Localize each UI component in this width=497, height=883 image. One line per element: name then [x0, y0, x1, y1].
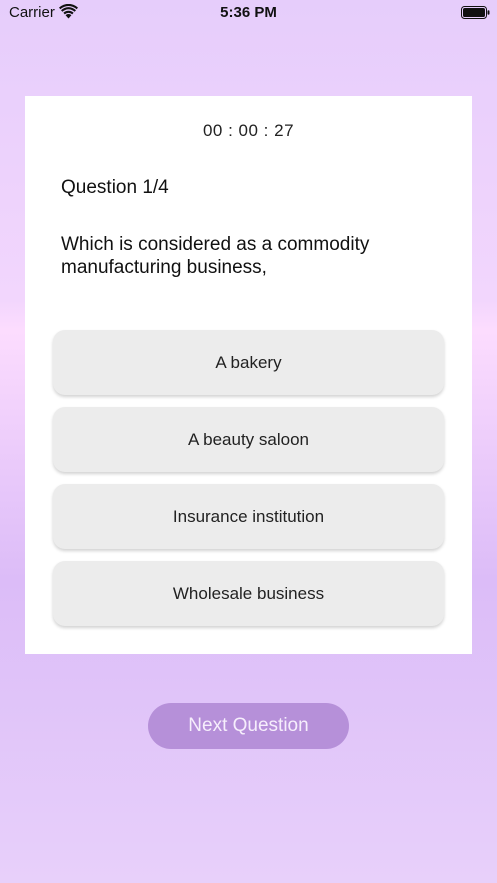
question-text: Which is considered as a commodity manuf…: [61, 234, 370, 278]
answer-option-4[interactable]: Wholesale business: [53, 561, 444, 626]
answer-option-3[interactable]: Insurance institution: [53, 484, 444, 549]
battery-icon: [461, 6, 490, 19]
answer-option-1[interactable]: A bakery: [53, 330, 444, 395]
status-bar: Carrier 5:36 PM: [0, 0, 497, 26]
clock: 5:36 PM: [220, 4, 277, 21]
countdown-timer: 00 : 00 : 27: [202, 121, 295, 140]
next-question-button[interactable]: Next Question: [148, 703, 349, 749]
answer-option-2[interactable]: A beauty saloon: [53, 407, 444, 472]
question-number: Question 1/4: [61, 177, 169, 198]
